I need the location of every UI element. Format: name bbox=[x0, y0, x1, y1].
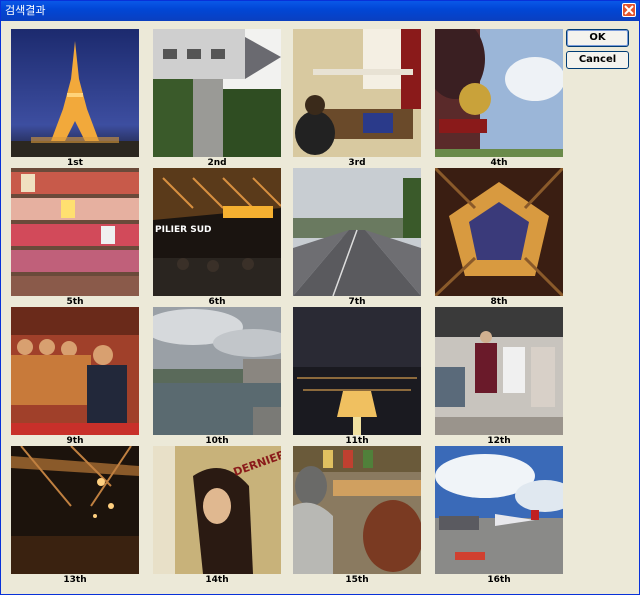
result-caption: 14th bbox=[205, 575, 229, 585]
result-item[interactable]: 16th bbox=[435, 446, 563, 586]
result-caption: 6th bbox=[208, 297, 226, 307]
eiffel-tower-night-photo[interactable] bbox=[11, 29, 139, 157]
result-caption: 10th bbox=[205, 436, 229, 446]
result-caption: 12th bbox=[487, 436, 511, 446]
result-caption: 5th bbox=[66, 297, 84, 307]
result-caption: 9th bbox=[66, 436, 84, 446]
result-caption: 7th bbox=[348, 297, 366, 307]
close-icon bbox=[624, 5, 634, 15]
market-stall-photo[interactable] bbox=[293, 446, 421, 574]
result-item[interactable]: PILIER SUD 6th bbox=[153, 168, 281, 308]
monks-seated-photo[interactable] bbox=[11, 307, 139, 435]
result-item[interactable]: 3rd bbox=[293, 29, 421, 169]
result-item[interactable]: 10th bbox=[153, 307, 281, 447]
tower-structure-photo[interactable] bbox=[11, 446, 139, 574]
search-results-dialog: 검색결과 1st 2nd 3rd 4th 5th PILIER SUD 6th … bbox=[0, 0, 640, 595]
result-item[interactable]: 7th bbox=[293, 168, 421, 308]
result-item[interactable]: DERNIERS JO 14th bbox=[153, 446, 281, 586]
clothing-store-photo[interactable] bbox=[435, 307, 563, 435]
magazine-rack-photo[interactable] bbox=[11, 168, 139, 296]
boulevard-photo[interactable] bbox=[293, 168, 421, 296]
city-night-view-photo[interactable] bbox=[293, 307, 421, 435]
pilier-sud-text: PILIER SUD bbox=[155, 225, 212, 235]
heraldic-sign-photo[interactable] bbox=[435, 29, 563, 157]
window-title: 검색결과 bbox=[5, 4, 46, 17]
result-caption: 4th bbox=[490, 158, 508, 168]
result-item[interactable]: 4th bbox=[435, 29, 563, 169]
result-caption: 16th bbox=[487, 575, 511, 585]
result-item[interactable]: 5th bbox=[11, 168, 139, 308]
result-item[interactable]: 12th bbox=[435, 307, 563, 447]
chateau-rotated-photo[interactable] bbox=[153, 29, 281, 157]
result-item[interactable]: 2nd bbox=[153, 29, 281, 169]
result-caption: 2nd bbox=[207, 158, 227, 168]
result-item[interactable]: 11th bbox=[293, 307, 421, 447]
title-bar: 검색결과 bbox=[1, 1, 639, 21]
ok-button[interactable]: OK bbox=[566, 29, 629, 47]
result-item[interactable]: 1st bbox=[11, 29, 139, 169]
result-item[interactable]: 15th bbox=[293, 446, 421, 586]
hostel-room-photo[interactable] bbox=[293, 29, 421, 157]
cancel-button[interactable]: Cancel bbox=[566, 51, 629, 69]
river-cloudy-photo[interactable] bbox=[153, 307, 281, 435]
airport-photo[interactable] bbox=[435, 446, 563, 574]
result-caption: 8th bbox=[490, 297, 508, 307]
result-caption: 1st bbox=[67, 158, 83, 168]
result-caption: 11th bbox=[345, 436, 369, 446]
pilier-sud-photo[interactable]: PILIER SUD bbox=[153, 168, 281, 296]
result-item[interactable]: 9th bbox=[11, 307, 139, 447]
result-caption: 13th bbox=[63, 575, 87, 585]
close-button[interactable] bbox=[622, 3, 636, 17]
result-caption: 15th bbox=[345, 575, 369, 585]
result-item[interactable]: 8th bbox=[435, 168, 563, 308]
poster-photo[interactable]: DERNIERS JO bbox=[153, 446, 281, 574]
result-caption: 3rd bbox=[348, 158, 366, 168]
result-item[interactable]: 13th bbox=[11, 446, 139, 586]
tower-underside-photo[interactable] bbox=[435, 168, 563, 296]
